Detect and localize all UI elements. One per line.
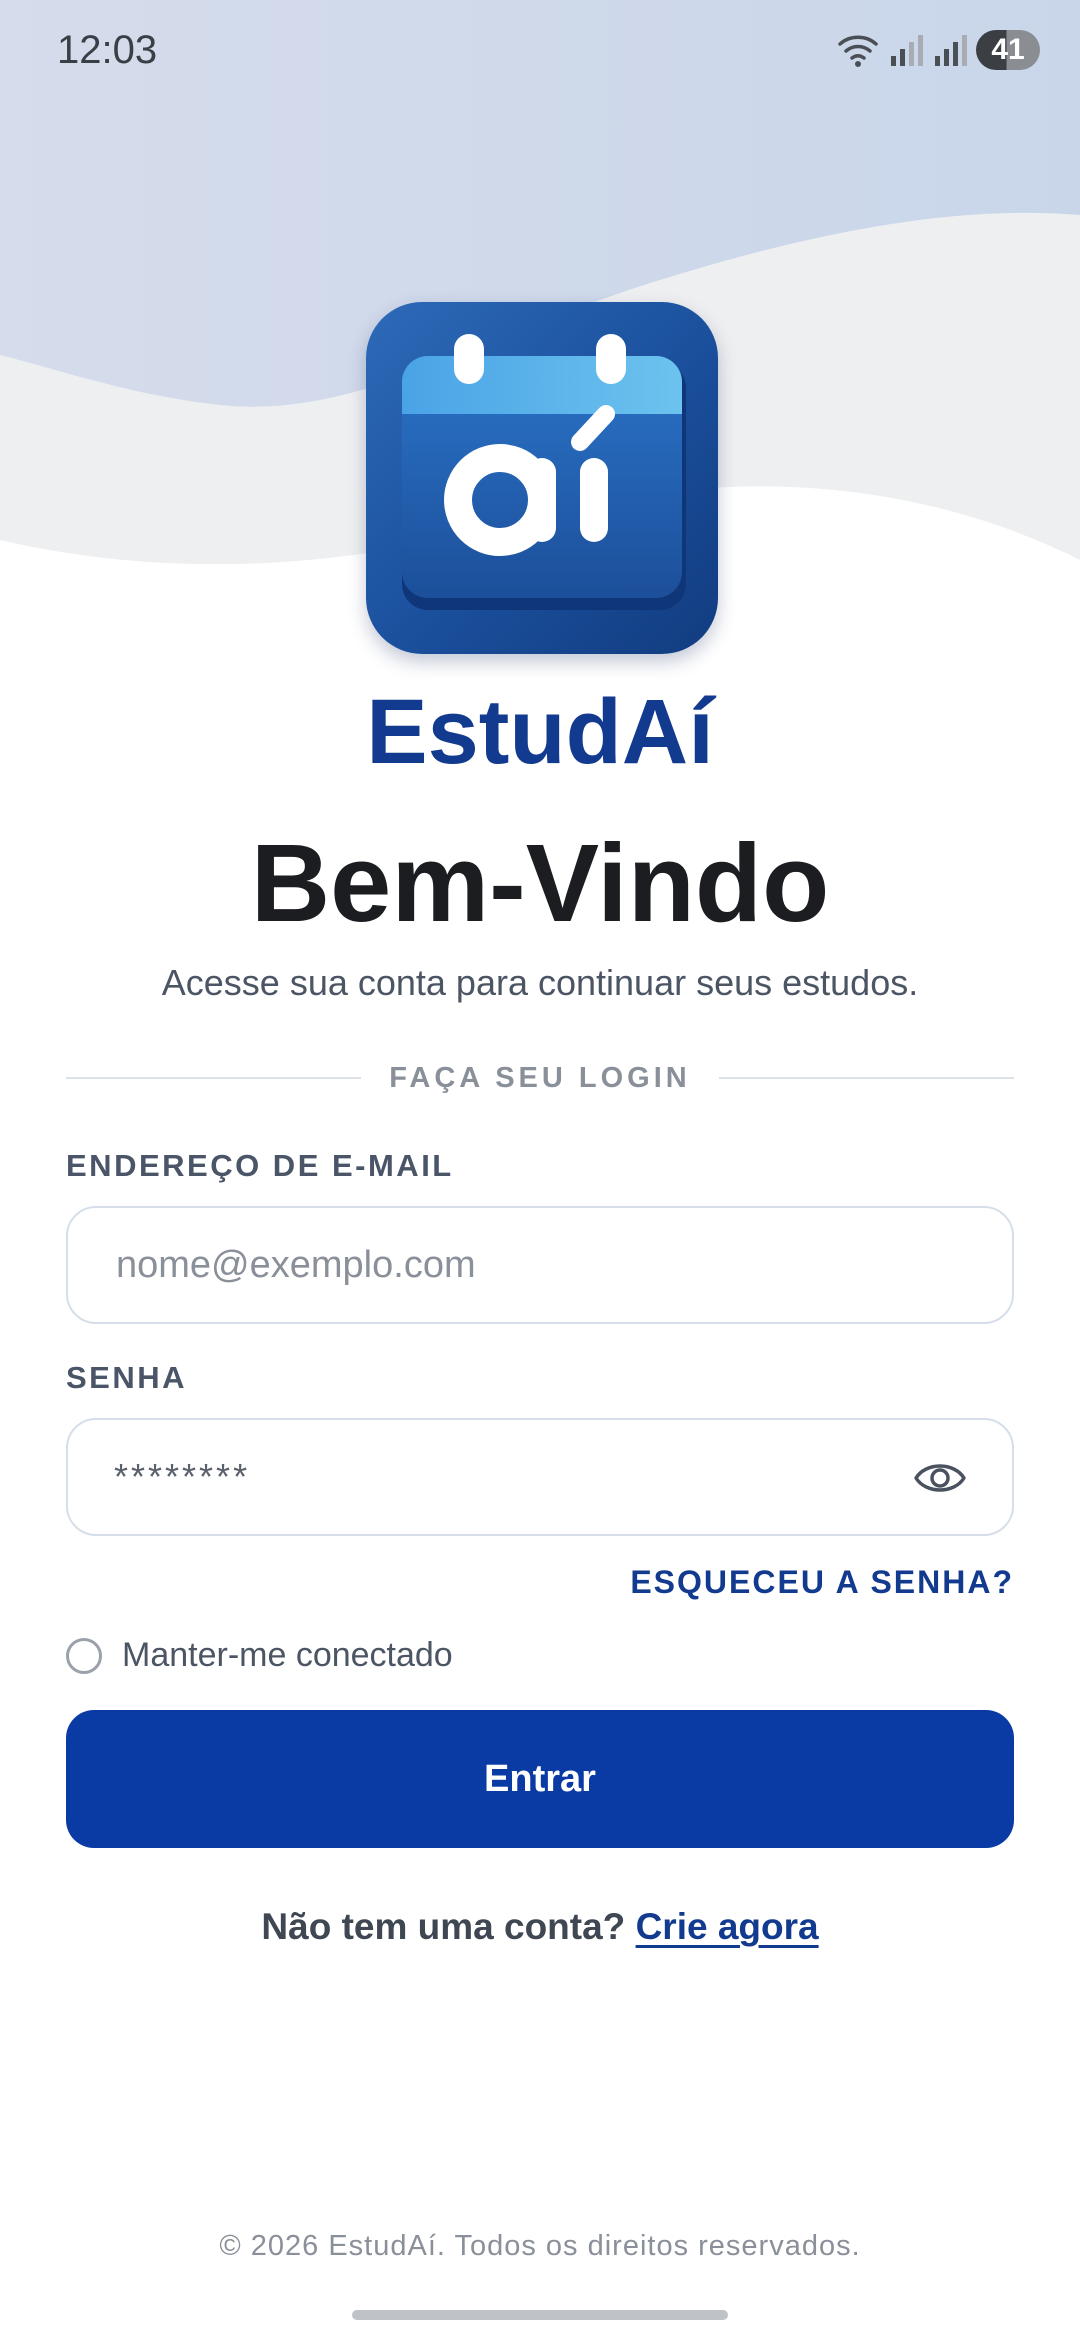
forgot-password-link[interactable]: ESQUECEU A SENHA? [630,1564,1014,1601]
signup-prompt: Não tem uma conta? [261,1906,636,1947]
divider-line-right [718,1077,1015,1079]
signup-link[interactable]: Crie agora [636,1906,819,1947]
divider-label: FAÇA SEU LOGIN [389,1061,691,1094]
remember-me-checkbox[interactable] [66,1637,102,1674]
battery-icon: 41 [976,30,1040,70]
app-logo [366,302,718,654]
wifi-icon [838,35,878,67]
welcome-subtitle: Acesse sua conta para continuar seus est… [161,962,919,1003]
remember-me-label: Manter-me conectado [122,1636,453,1674]
status-bar: 12:03 41 [0,0,1080,100]
signup-row: Não tem uma conta? Crie agora [0,1906,1080,1948]
eye-icon[interactable] [912,1456,968,1500]
status-time: 12:03 [57,28,158,72]
email-label: ENDEREÇO DE E-MAIL [66,1148,454,1183]
divider-line-left [66,1077,362,1079]
login-screen: 12:03 41 EstudAí Bem-Vindo Acesse sua co… [0,0,1080,2340]
login-divider: FAÇA SEU LOGIN [66,1058,1015,1098]
welcome-title: Bem-Vindo [250,822,830,945]
signal-icon [891,35,923,66]
password-value: ******** [114,1456,251,1497]
password-field[interactable]: ******** [66,1418,1014,1536]
email-field[interactable] [114,1242,898,1288]
signal-icon [935,35,967,66]
brand-name: EstudAí [366,681,714,783]
footer-copyright: © 2026 EstudAí. Todos os direitos reserv… [219,2230,861,2262]
home-indicator[interactable] [352,2310,728,2320]
email-field-wrapper [66,1206,1014,1324]
login-button[interactable]: Entrar [66,1710,1014,1848]
password-label: SENHA [66,1360,188,1395]
remember-me-row[interactable]: Manter-me conectado [66,1636,453,1675]
status-icons: 41 [836,28,1040,72]
